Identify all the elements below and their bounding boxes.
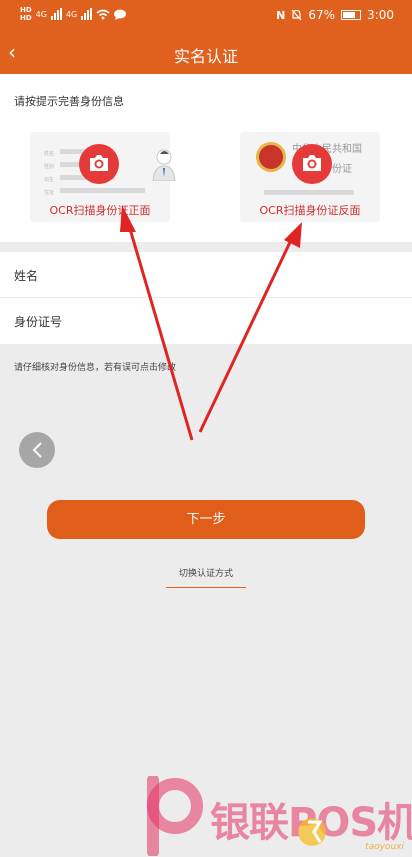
id-card-front[interactable]: 姓名 性别 出生 住址 OCR扫描身份证正面 — [30, 132, 176, 222]
camera-icon[interactable] — [79, 144, 119, 184]
watermark: 银联POS机 taoyouxi — [140, 772, 412, 857]
floating-back-button[interactable] — [19, 432, 55, 468]
next-step-button[interactable]: 下一步 — [47, 500, 365, 539]
hd-indicator: HD HD — [20, 6, 32, 22]
chat-icon — [114, 9, 127, 20]
front-field-label: 性别 — [44, 164, 55, 170]
signal-icon-2 — [81, 8, 93, 20]
signal-icon — [50, 8, 62, 20]
placeholder-line — [264, 190, 354, 195]
status-right: N 67% 3:00 — [276, 8, 394, 22]
clock: 3:00 — [367, 8, 394, 22]
status-left: HD HD 4G 4G — [20, 6, 127, 22]
watermark-site: taoyouxi — [290, 808, 410, 856]
battery-icon — [341, 10, 362, 20]
watermark-logo-icon — [147, 776, 203, 856]
hd-label-2: HD — [20, 14, 32, 22]
nfc-icon: N — [276, 8, 286, 22]
switch-verification-link[interactable]: 切换认证方式 — [166, 566, 246, 588]
id-card-back[interactable]: 中华人民共和国 居民身份证 OCR扫描身份证反面 — [240, 132, 380, 222]
nav-bar: ‹ 实名认证 — [0, 32, 412, 74]
verify-tip: 请仔细核对身份信息，若有误可点击修改 — [14, 363, 177, 373]
chevron-left-icon — [32, 442, 42, 458]
watermark-site-label: taoyouxi — [365, 842, 404, 852]
network-label-1: 4G — [35, 9, 47, 19]
hd-label-1: HD — [20, 6, 32, 14]
ocr-back-label[interactable]: OCR扫描身份证反面 — [240, 202, 380, 218]
national-emblem-icon — [256, 142, 286, 172]
network-label-2: 4G — [65, 9, 78, 19]
front-field-label: 姓名 — [44, 151, 55, 157]
battery-percent: 67% — [308, 8, 336, 22]
front-field-label: 出生 — [44, 177, 55, 183]
id-number-field[interactable]: 身份证号 — [0, 298, 412, 344]
page-title: 实名认证 — [173, 47, 238, 66]
status-bar: HD HD 4G 4G N 67% 3:00 — [0, 0, 412, 32]
person-icon — [152, 149, 176, 181]
front-field-label: 住址 — [44, 190, 55, 196]
app-header: HD HD 4G 4G N 67% 3:00 ‹ 实名认证 — [0, 0, 412, 74]
wifi-icon — [96, 9, 110, 19]
ocr-front-label[interactable]: OCR扫描身份证正面 — [30, 202, 170, 218]
placeholder-line — [60, 188, 145, 193]
camera-icon[interactable] — [292, 144, 332, 184]
id-card-section: 请按提示完善身份信息 姓名 性别 出生 住址 OCR扫描身份证正面 中华人民共和… — [0, 74, 412, 242]
name-field[interactable]: 姓名 — [0, 252, 412, 298]
id-number-label: 身份证号 — [14, 315, 63, 329]
name-label: 姓名 — [14, 269, 39, 283]
id-prompt: 请按提示完善身份信息 — [14, 95, 124, 108]
bell-off-icon — [291, 9, 302, 21]
